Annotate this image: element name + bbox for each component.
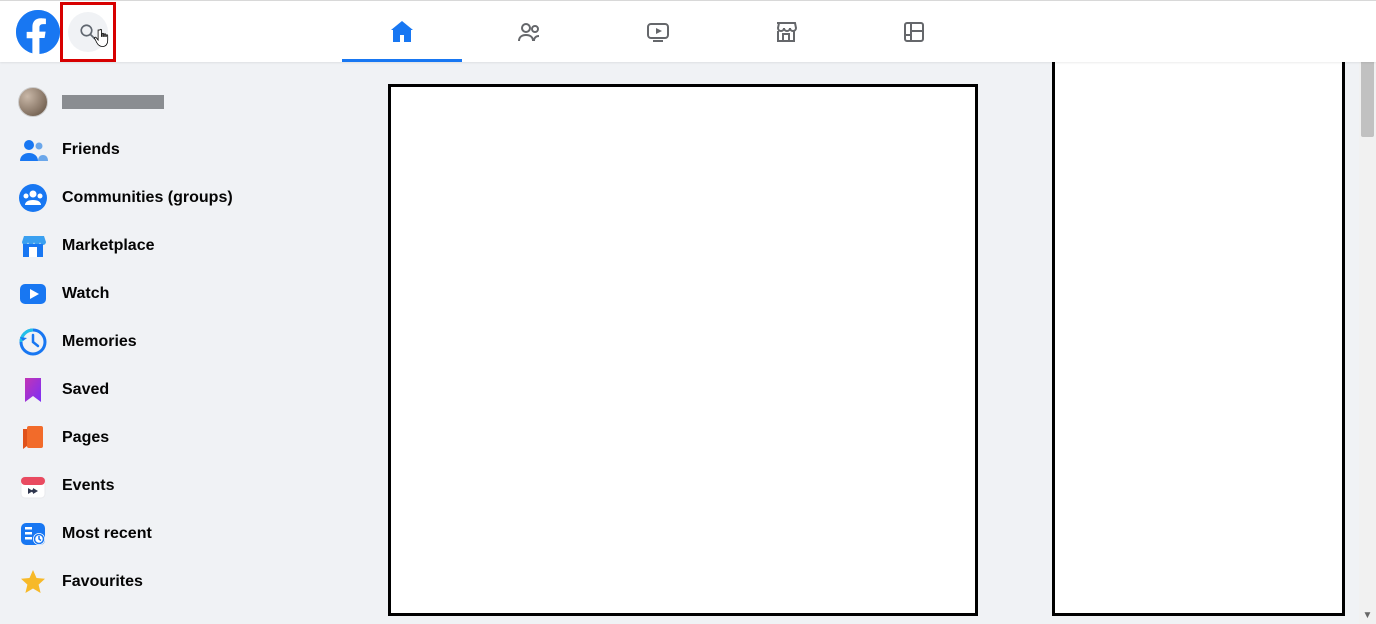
pages-icon <box>18 423 48 453</box>
top-nav <box>342 1 974 62</box>
sidebar-item-memories[interactable]: Memories <box>8 318 352 366</box>
sidebar-item-favourites[interactable]: Favourites <box>8 558 352 606</box>
friends-icon <box>516 18 544 46</box>
groups-icon <box>18 183 48 213</box>
recent-icon <box>18 519 48 549</box>
sidebar-item-label: Most recent <box>62 525 152 543</box>
nav-watch[interactable] <box>598 1 718 62</box>
sidebar-item-label: Saved <box>62 381 109 399</box>
profile-name-redacted <box>62 95 164 109</box>
search-button[interactable] <box>68 12 108 52</box>
friends-icon <box>18 135 48 165</box>
scroll-track[interactable] <box>1359 17 1376 607</box>
header-left <box>0 10 108 54</box>
sidebar-item-label: Marketplace <box>62 237 155 255</box>
saved-icon <box>18 375 48 405</box>
sidebar-item-label: Friends <box>62 141 120 159</box>
left-sidebar: Friends Communities (groups) <box>0 62 360 624</box>
feed-placeholder-box <box>388 84 978 616</box>
sidebar-item-label: Events <box>62 477 114 495</box>
main-area <box>360 62 1376 624</box>
header-bar <box>0 0 1376 62</box>
sidebar-item-label: Pages <box>62 429 109 447</box>
sidebar-item-most-recent[interactable]: Most recent <box>8 510 352 558</box>
sidebar-item-events[interactable]: Events <box>8 462 352 510</box>
sidebar-item-label: Memories <box>62 333 137 351</box>
nav-marketplace[interactable] <box>726 1 846 62</box>
sidebar-item-profile[interactable] <box>8 78 352 126</box>
nav-home[interactable] <box>342 1 462 62</box>
sidebar-item-label: Favourites <box>62 573 143 591</box>
home-icon <box>388 18 416 46</box>
scroll-down-arrow[interactable]: ▼ <box>1359 607 1376 624</box>
search-icon <box>79 23 97 41</box>
right-panel-placeholder-box <box>1052 4 1345 616</box>
watch-icon <box>644 18 672 46</box>
sidebar-item-label: Watch <box>62 285 109 303</box>
avatar <box>18 87 48 117</box>
sidebar-item-watch[interactable]: Watch <box>8 270 352 318</box>
marketplace-icon <box>18 231 48 261</box>
sidebar-item-saved[interactable]: Saved <box>8 366 352 414</box>
facebook-logo[interactable] <box>16 10 60 54</box>
vertical-scrollbar[interactable]: ▲ ▼ <box>1359 0 1376 624</box>
gaming-icon <box>900 18 928 46</box>
memories-icon <box>18 327 48 357</box>
sidebar-item-pages[interactable]: Pages <box>8 414 352 462</box>
facebook-f-icon <box>16 10 60 54</box>
nav-friends[interactable] <box>470 1 590 62</box>
events-icon <box>18 471 48 501</box>
marketplace-icon <box>772 18 800 46</box>
sidebar-item-marketplace[interactable]: Marketplace <box>8 222 352 270</box>
sidebar-item-label: Communities (groups) <box>62 189 233 207</box>
sidebar-item-friends[interactable]: Friends <box>8 126 352 174</box>
watch-icon <box>18 279 48 309</box>
favourites-icon <box>18 567 48 597</box>
sidebar-item-communities[interactable]: Communities (groups) <box>8 174 352 222</box>
content-area: Friends Communities (groups) <box>0 62 1376 624</box>
nav-gaming[interactable] <box>854 1 974 62</box>
